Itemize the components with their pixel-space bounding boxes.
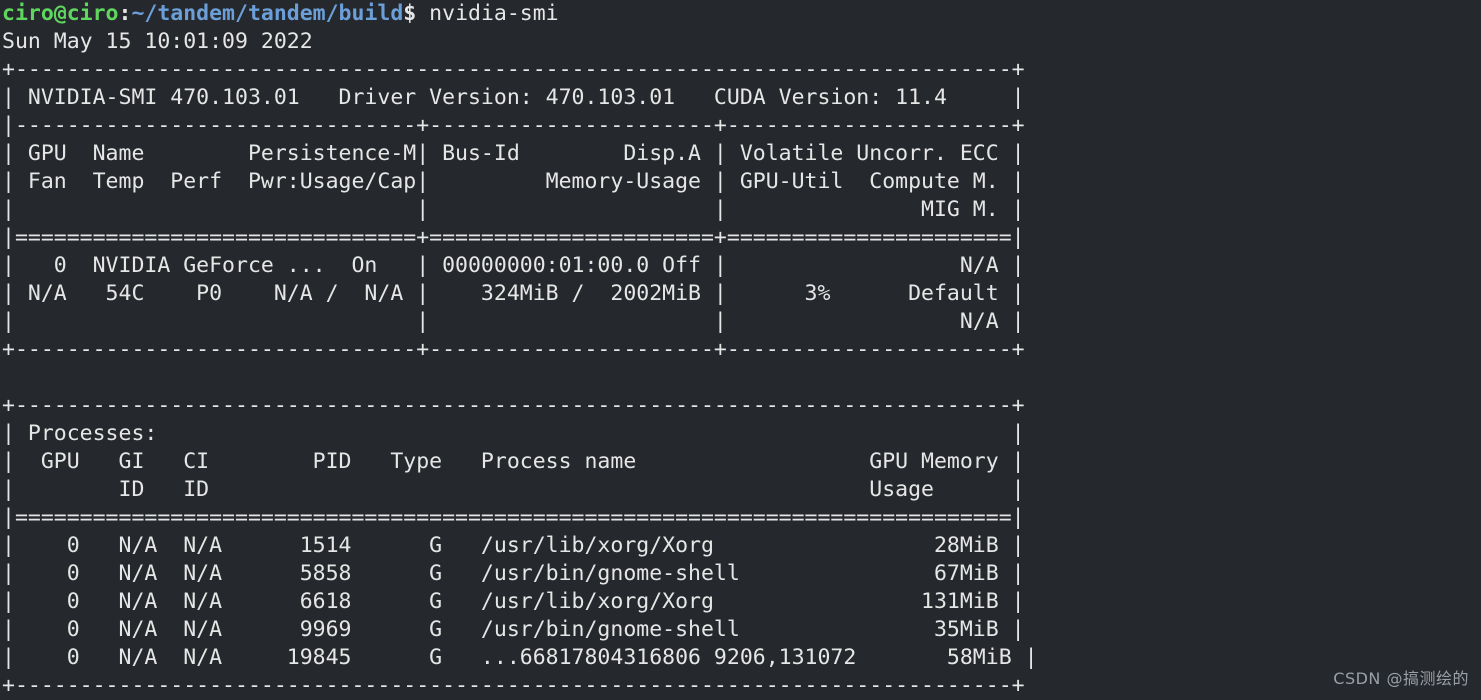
process-row: | 0 N/A N/A 1514 G /usr/lib/xorg/Xorg 28…	[2, 533, 1025, 558]
processes-table-header-row-2: | ID ID Usage |	[2, 477, 1025, 502]
prompt-user-host: ciro@ciro	[2, 1, 119, 26]
gpu-table-data-row-1: | 0 NVIDIA GeForce ... On | 00000000:01:…	[2, 253, 1025, 278]
csdn-watermark: CSDN @搞测绘的	[1333, 669, 1469, 688]
gpu-table-bottom-border: +-------------------------------+-------…	[2, 337, 1025, 362]
processes-table-header-row-1: | GPU GI CI PID Type Process name GPU Me…	[2, 449, 1025, 474]
gpu-table-inner-border: |-------------------------------+-------…	[2, 113, 1025, 138]
processes-table-bottom-border: +---------------------------------------…	[2, 673, 1025, 698]
processes-table-header-separator: |=======================================…	[2, 505, 1025, 530]
gpu-table-header-row-1: | GPU Name Persistence-M| Bus-Id Disp.A …	[2, 141, 1025, 166]
gpu-table-data-row-3: | | | N/A |	[2, 309, 1025, 334]
prompt-path: ~/tandem/tandem/build	[131, 1, 404, 26]
process-row: | 0 N/A N/A 6618 G /usr/lib/xorg/Xorg 13…	[2, 589, 1025, 614]
gpu-table-header-row-2: | Fan Temp Perf Pwr:Usage/Cap| Memory-Us…	[2, 169, 1025, 194]
gpu-table-header-row-3: | | | MIG M. |	[2, 197, 1025, 222]
gpu-table-data-row-2: | N/A 54C P0 N/A / N/A | 324MiB / 2002Mi…	[2, 281, 1025, 306]
shell-prompt-line: ciro@ciro:~/tandem/tandem/build$ nvidia-…	[0, 0, 1481, 28]
processes-table-title-row: | Processes: |	[2, 421, 1025, 446]
gpu-table-top-border: +---------------------------------------…	[2, 57, 1025, 82]
processes-table-top-border: +---------------------------------------…	[2, 393, 1025, 418]
process-row: | 0 N/A N/A 5858 G /usr/bin/gnome-shell …	[2, 561, 1025, 586]
gpu-table-title-row: | NVIDIA-SMI 470.103.01 Driver Version: …	[2, 85, 1025, 110]
prompt-command: nvidia-smi	[416, 1, 559, 26]
timestamp-line: Sun May 15 10:01:09 2022	[2, 29, 313, 54]
prompt-separator: :	[118, 1, 132, 26]
terminal-window[interactable]: ciro@ciro:~/tandem/tandem/build$ nvidia-…	[0, 0, 1481, 699]
prompt-dollar: $	[403, 1, 417, 26]
process-row: | 0 N/A N/A 19845 G ...66817804316806 92…	[2, 645, 1038, 670]
process-row: | 0 N/A N/A 9969 G /usr/bin/gnome-shell …	[2, 617, 1025, 642]
gpu-table-header-separator: |===============================+=======…	[2, 225, 1025, 250]
